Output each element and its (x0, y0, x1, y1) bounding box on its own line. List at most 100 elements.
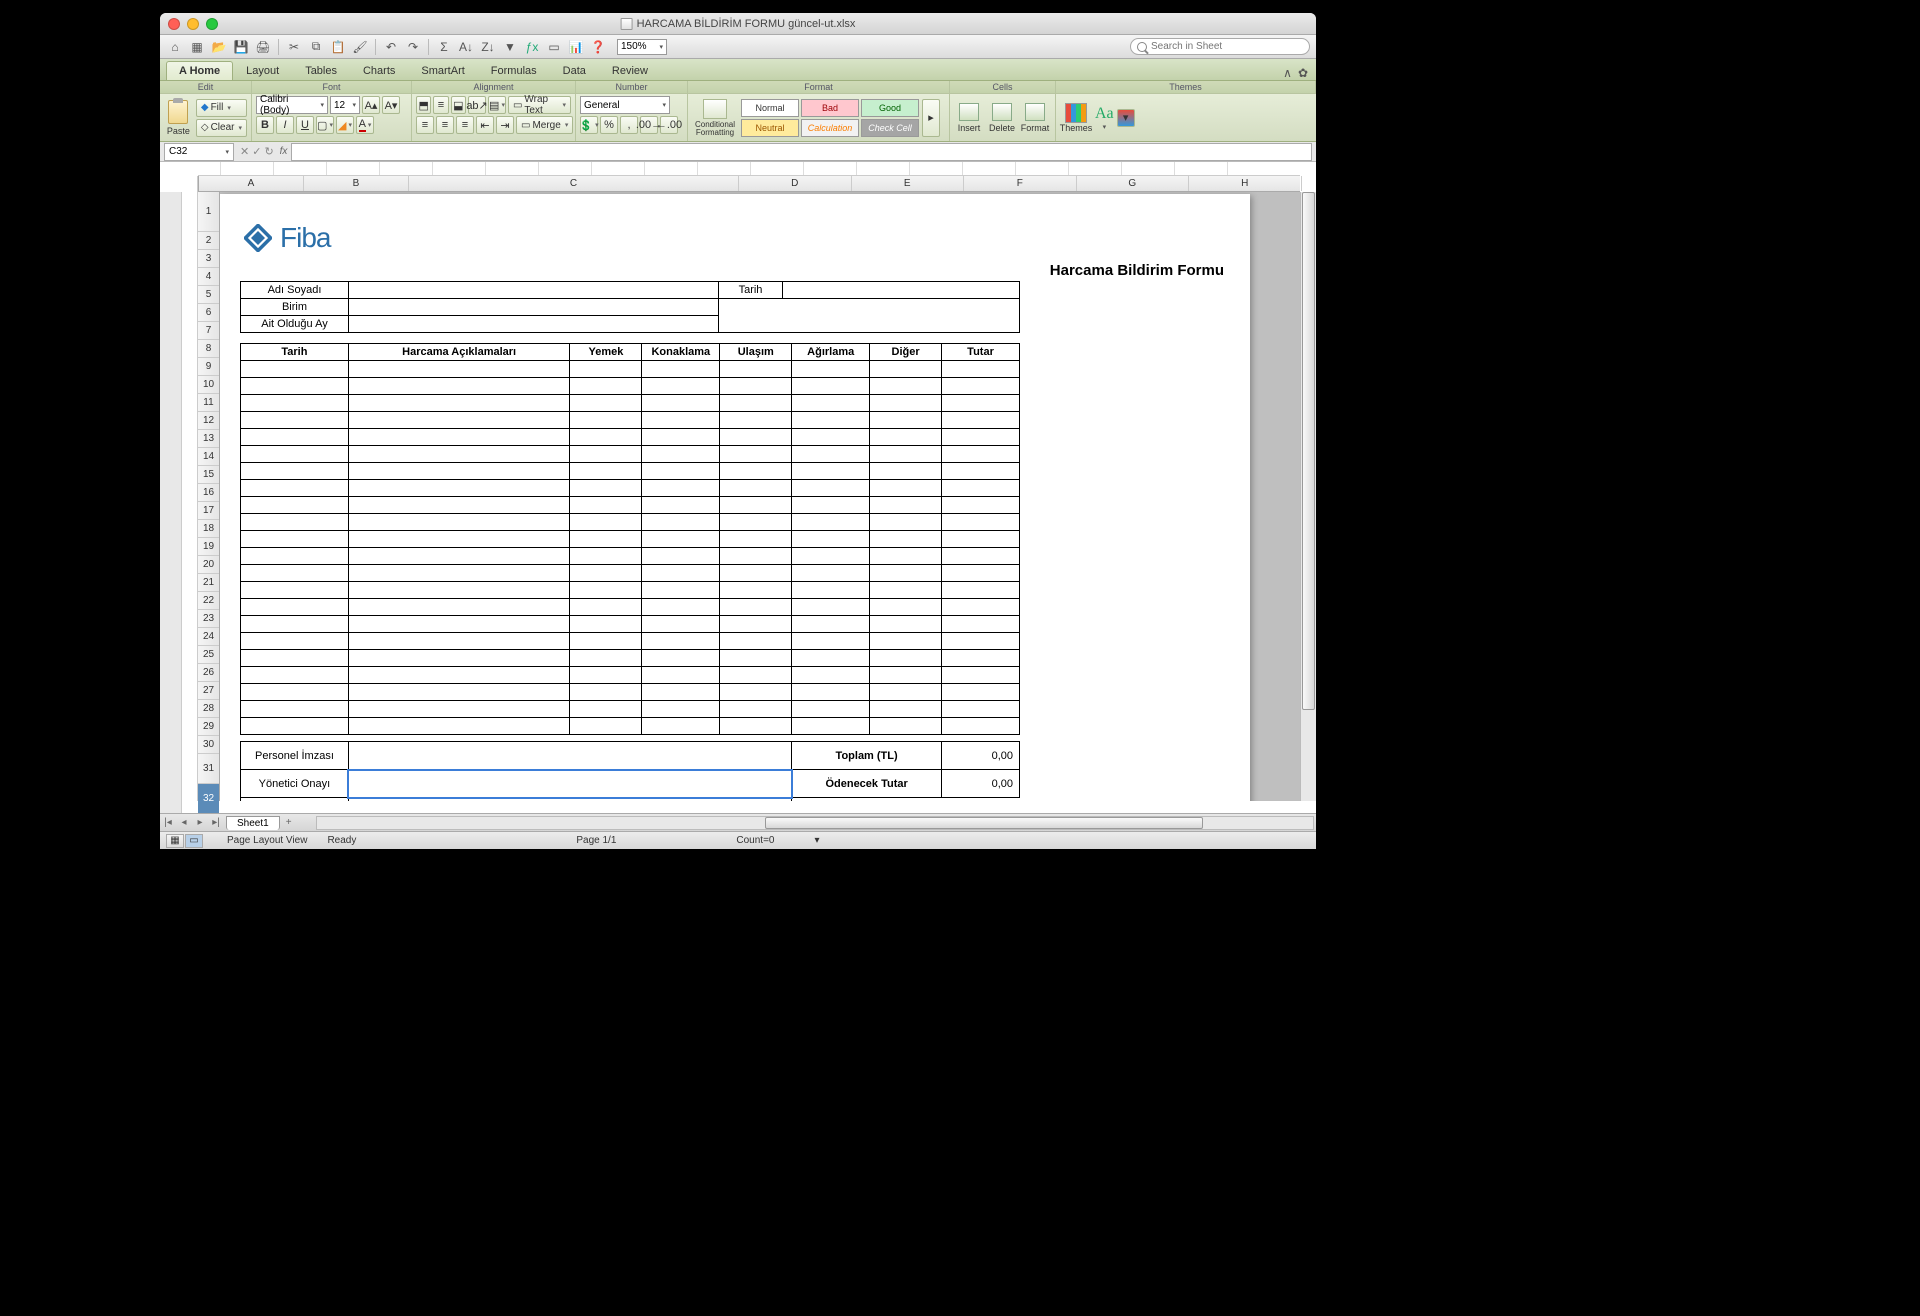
data-cell[interactable] (942, 650, 1020, 667)
data-cell[interactable] (792, 446, 870, 463)
data-cell[interactable] (792, 463, 870, 480)
data-cell[interactable] (792, 599, 870, 616)
data-cell[interactable] (570, 378, 642, 395)
tab-nav-first[interactable]: |◂ (160, 817, 176, 828)
tab-nav-next[interactable]: ▸ (192, 817, 208, 828)
home-icon[interactable]: ⌂ (166, 38, 184, 56)
data-cell[interactable] (642, 497, 720, 514)
row-header-24[interactable]: 24 (198, 628, 219, 646)
data-cell[interactable] (241, 718, 349, 735)
ribbon-expand-icon[interactable]: ∧ (1283, 66, 1292, 80)
horizontal-scrollbar[interactable] (316, 816, 1314, 830)
data-cell[interactable] (792, 378, 870, 395)
themes-button[interactable]: Themes (1060, 97, 1092, 139)
data-cell[interactable] (241, 684, 349, 701)
data-cell[interactable] (942, 429, 1020, 446)
paste-button[interactable]: Paste (164, 97, 193, 139)
clear-button[interactable]: ◇Clear (196, 119, 247, 137)
chart-icon[interactable]: 📊 (567, 38, 585, 56)
style-check-cell[interactable]: Check Cell (861, 119, 919, 137)
data-cell[interactable] (792, 565, 870, 582)
data-cell[interactable] (570, 361, 642, 378)
data-cell[interactable] (348, 446, 570, 463)
row-header-23[interactable]: 23 (198, 610, 219, 628)
italic-button[interactable]: I (276, 116, 294, 134)
font-size-select[interactable]: 12▾ (330, 96, 360, 114)
style-good[interactable]: Good (861, 99, 919, 117)
data-cell[interactable] (348, 650, 570, 667)
row-header-29[interactable]: 29 (198, 718, 219, 736)
data-cell[interactable] (570, 599, 642, 616)
grid-icon[interactable]: ▦ (188, 38, 206, 56)
data-cell[interactable] (241, 463, 349, 480)
data-cell[interactable] (241, 429, 349, 446)
row-header-32[interactable]: 32 (198, 784, 219, 813)
worksheet-page[interactable]: Fiba Harcama Bildirim Formu Adı SoyadıTa… (220, 194, 1250, 801)
conditional-formatting-button[interactable]: Conditional Formatting (692, 97, 738, 139)
data-cell[interactable] (570, 616, 642, 633)
hdr-date-value[interactable] (783, 282, 1020, 299)
ribbon-settings-icon[interactable]: ✿ (1298, 66, 1308, 80)
row-header-7[interactable]: 7 (198, 322, 219, 340)
delete-cells-button[interactable]: Delete (987, 97, 1017, 139)
col-header-E[interactable]: E (852, 176, 965, 191)
data-cell[interactable] (241, 514, 349, 531)
increase-indent-button[interactable]: ⇥ (496, 116, 514, 134)
data-cell[interactable] (870, 463, 942, 480)
data-cell[interactable] (348, 599, 570, 616)
row-header-4[interactable]: 4 (198, 268, 219, 286)
data-cell[interactable] (642, 531, 720, 548)
data-cell[interactable] (720, 480, 792, 497)
data-cell[interactable] (870, 480, 942, 497)
data-cell[interactable] (942, 718, 1020, 735)
name-box[interactable]: C32▾ (164, 143, 234, 161)
data-cell[interactable] (570, 684, 642, 701)
data-cell[interactable] (348, 565, 570, 582)
data-cell[interactable] (241, 616, 349, 633)
underline-button[interactable]: U (296, 116, 314, 134)
data-cell[interactable] (942, 395, 1020, 412)
foot-adm-value[interactable] (348, 798, 791, 802)
cut-icon[interactable]: ✂ (285, 38, 303, 56)
increase-font-button[interactable]: A▴ (362, 96, 380, 114)
data-cell[interactable] (870, 514, 942, 531)
font-color-button[interactable]: A (356, 116, 374, 134)
data-cell[interactable] (792, 616, 870, 633)
data-cell[interactable] (348, 718, 570, 735)
row-header-27[interactable]: 27 (198, 682, 219, 700)
help-icon[interactable]: ❓ (589, 38, 607, 56)
data-cell[interactable] (241, 667, 349, 684)
data-cell[interactable] (792, 684, 870, 701)
bold-button[interactable]: B (256, 116, 274, 134)
data-cell[interactable] (348, 633, 570, 650)
cancel-formula-icon[interactable]: ✕ (240, 145, 249, 158)
data-cell[interactable] (642, 701, 720, 718)
data-cell[interactable] (348, 548, 570, 565)
data-cell[interactable] (792, 480, 870, 497)
row-header-1[interactable]: 1 (198, 192, 219, 232)
redo-icon[interactable]: ↷ (404, 38, 422, 56)
data-cell[interactable] (570, 463, 642, 480)
data-cell[interactable] (870, 616, 942, 633)
data-cell[interactable] (570, 582, 642, 599)
format-cells-button[interactable]: Format (1020, 97, 1050, 139)
col-header-H[interactable]: H (1189, 176, 1302, 191)
theme-fonts-button[interactable]: Aa▾ (1095, 105, 1114, 131)
col-header-D[interactable]: D (739, 176, 852, 191)
data-cell[interactable] (792, 497, 870, 514)
data-cell[interactable] (870, 650, 942, 667)
data-cell[interactable] (942, 667, 1020, 684)
data-cell[interactable] (870, 378, 942, 395)
format-painter-icon[interactable]: 🖌 (351, 38, 369, 56)
data-cell[interactable] (870, 497, 942, 514)
data-cell[interactable] (570, 531, 642, 548)
data-cell[interactable] (570, 667, 642, 684)
data-cell[interactable] (570, 395, 642, 412)
data-cell[interactable] (642, 548, 720, 565)
indent-button[interactable]: ▤ (488, 96, 506, 114)
data-cell[interactable] (870, 412, 942, 429)
data-cell[interactable] (942, 412, 1020, 429)
data-cell[interactable] (241, 633, 349, 650)
col-header-F[interactable]: F (964, 176, 1077, 191)
col-header-I[interactable]: I (1302, 176, 1317, 191)
